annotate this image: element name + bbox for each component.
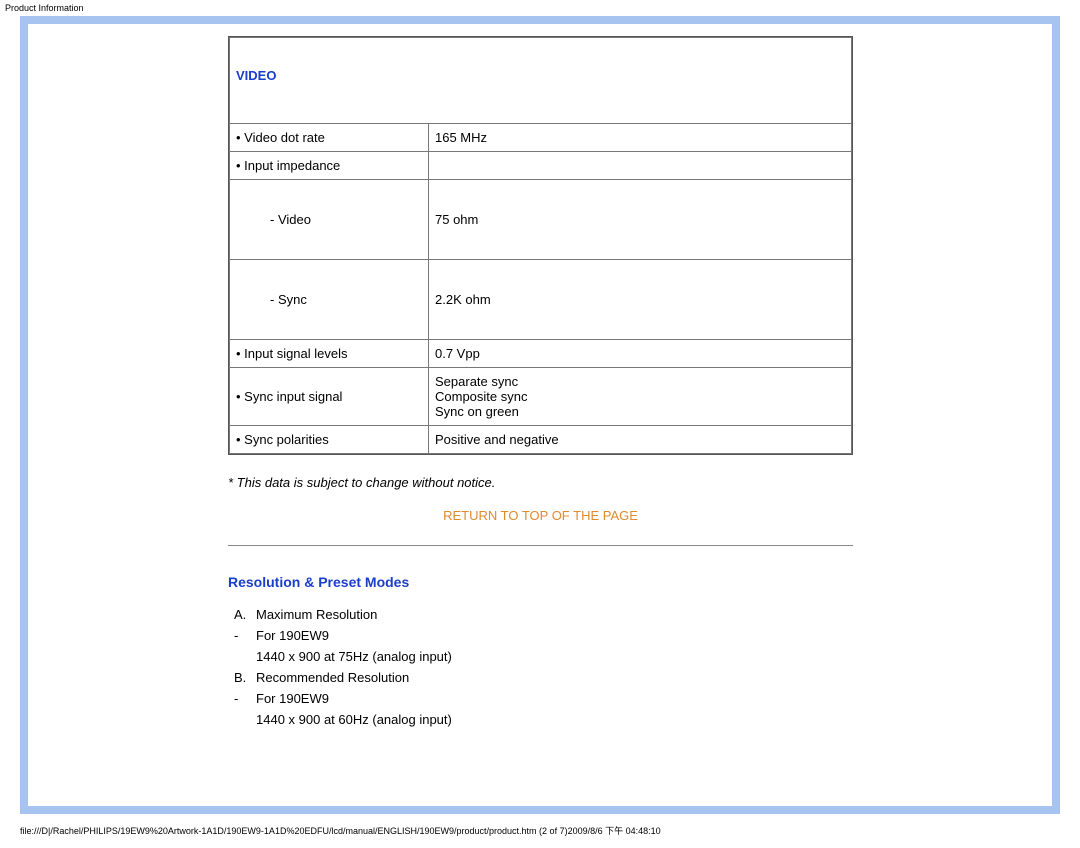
spec-sublabel: - Sync [230,260,428,339]
spec-value [429,152,851,179]
list-label: Recommended Resolution [256,670,409,685]
footer-file-path: file:///D|/Rachel/PHILIPS/19EW9%20Artwor… [0,814,1080,843]
page-header-label: Product Information [0,0,1080,16]
list-detail: 1440 x 900 at 60Hz (analog input) [256,712,452,727]
return-to-top: RETURN TO TOP OF THE PAGE [228,508,853,523]
list-item: B.Recommended Resolution [234,667,1052,688]
video-spec-table: VIDEO • Video dot rate 165 MHz • Input i… [228,36,853,455]
spec-value-line: Sync on green [435,404,519,419]
list-marker: A. [234,607,256,622]
spec-label: • Input impedance [230,152,428,179]
divider [228,545,853,546]
return-to-top-link[interactable]: RETURN TO TOP OF THE PAGE [443,508,638,523]
resolution-heading: Resolution & Preset Modes [228,574,1052,590]
spec-value-line: Composite sync [435,389,527,404]
page-frame: VIDEO • Video dot rate 165 MHz • Input i… [20,16,1060,814]
spec-label: • Input signal levels [230,340,428,367]
list-item: 1440 x 900 at 60Hz (analog input) [234,709,1052,730]
spec-value: Separate sync Composite sync Sync on gre… [429,368,851,425]
list-detail: 1440 x 900 at 75Hz (analog input) [256,649,452,664]
list-label: For 190EW9 [256,691,329,706]
resolution-list: A.Maximum Resolution -For 190EW9 1440 x … [228,604,1052,730]
spec-value-line: Separate sync [435,374,518,389]
list-label: For 190EW9 [256,628,329,643]
spec-label: • Video dot rate [230,124,428,151]
list-item: -For 190EW9 [234,625,1052,646]
video-heading: VIDEO [236,68,276,83]
spec-value: 75 ohm [429,180,851,259]
spec-label: • Sync input signal [230,368,428,425]
disclaimer-note: * This data is subject to change without… [228,475,1052,490]
list-marker: B. [234,670,256,685]
spec-value: 165 MHz [429,124,851,151]
list-marker: - [234,691,256,706]
spec-sublabel: - Video [230,180,428,259]
list-label: Maximum Resolution [256,607,377,622]
list-item: -For 190EW9 [234,688,1052,709]
spec-value: 2.2K ohm [429,260,851,339]
content-area: VIDEO • Video dot rate 165 MHz • Input i… [28,36,1052,730]
list-item: 1440 x 900 at 75Hz (analog input) [234,646,1052,667]
list-marker: - [234,628,256,643]
video-heading-cell: VIDEO [230,38,851,123]
list-item: A.Maximum Resolution [234,604,1052,625]
spec-value: Positive and negative [429,426,851,453]
spec-value: 0.7 Vpp [429,340,851,367]
spec-label: • Sync polarities [230,426,428,453]
